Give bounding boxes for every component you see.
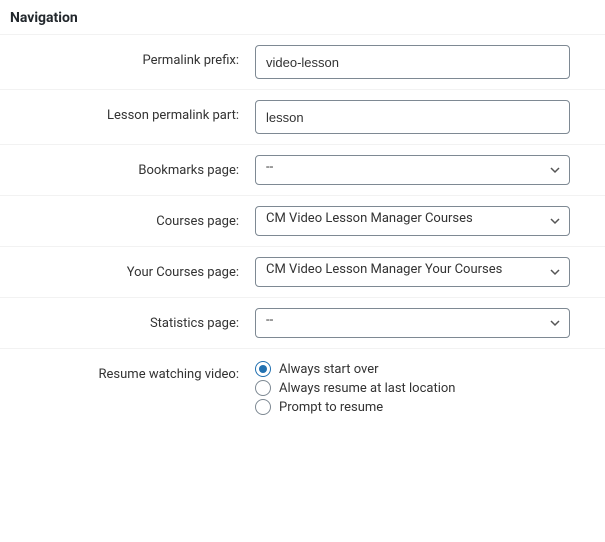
radio-label: Always resume at last location bbox=[279, 381, 455, 396]
row-courses-page: Courses page: CM Video Lesson Manager Co… bbox=[0, 195, 605, 246]
label-statistics-page: Statistics page: bbox=[10, 308, 255, 331]
label-bookmarks-page: Bookmarks page: bbox=[10, 155, 255, 178]
radio-label: Always start over bbox=[279, 362, 379, 377]
courses-page-select[interactable]: CM Video Lesson Manager Courses bbox=[255, 206, 570, 236]
label-your-courses-page: Your Courses page: bbox=[10, 257, 255, 280]
bookmarks-page-select[interactable]: -- bbox=[255, 155, 570, 185]
row-lesson-permalink-part: Lesson permalink part: bbox=[0, 89, 605, 144]
radio-input[interactable] bbox=[255, 380, 271, 396]
resume-watching-radio-group: Always start over Always resume at last … bbox=[255, 359, 585, 415]
permalink-prefix-input[interactable] bbox=[255, 45, 570, 79]
radio-option-always-start-over[interactable]: Always start over bbox=[255, 361, 585, 377]
section-title: Navigation bbox=[0, 0, 605, 34]
label-lesson-permalink-part: Lesson permalink part: bbox=[10, 100, 255, 123]
label-courses-page: Courses page: bbox=[10, 206, 255, 229]
row-your-courses-page: Your Courses page: CM Video Lesson Manag… bbox=[0, 246, 605, 297]
row-bookmarks-page: Bookmarks page: -- bbox=[0, 144, 605, 195]
statistics-page-select[interactable]: -- bbox=[255, 308, 570, 338]
radio-option-prompt-resume[interactable]: Prompt to resume bbox=[255, 399, 585, 415]
radio-input[interactable] bbox=[255, 361, 271, 377]
row-statistics-page: Statistics page: -- bbox=[0, 297, 605, 348]
row-resume-watching: Resume watching video: Always start over… bbox=[0, 348, 605, 428]
radio-label: Prompt to resume bbox=[279, 400, 383, 415]
lesson-permalink-part-input[interactable] bbox=[255, 100, 570, 134]
your-courses-page-select[interactable]: CM Video Lesson Manager Your Courses bbox=[255, 257, 570, 287]
label-permalink-prefix: Permalink prefix: bbox=[10, 45, 255, 68]
row-permalink-prefix: Permalink prefix: bbox=[0, 34, 605, 89]
radio-input[interactable] bbox=[255, 399, 271, 415]
label-resume-watching: Resume watching video: bbox=[10, 359, 255, 382]
radio-option-always-resume[interactable]: Always resume at last location bbox=[255, 380, 585, 396]
